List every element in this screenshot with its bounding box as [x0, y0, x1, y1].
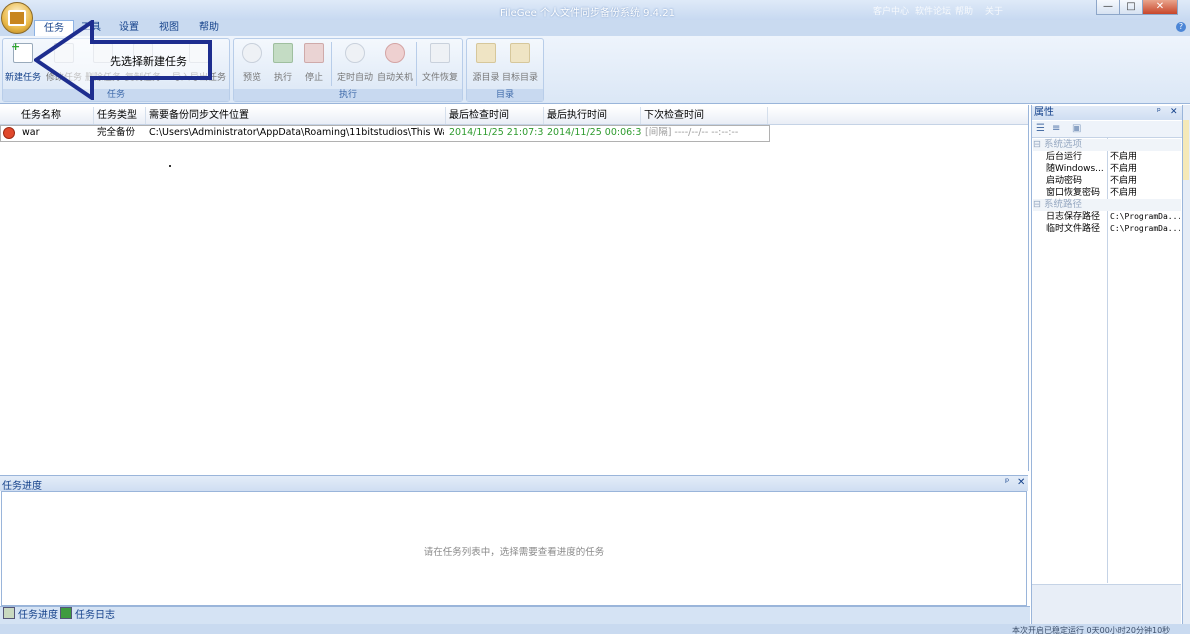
group-label-dir: 目录: [467, 89, 543, 101]
properties-toolbar: ☰ ≡ ▣: [1032, 121, 1182, 138]
task-list-pane: [0, 105, 1029, 471]
progress-panel-title: 任务进度: [2, 481, 42, 492]
property-label: 启动密码: [1046, 176, 1083, 186]
properties-pin-icon[interactable]: ᵖ: [1157, 107, 1161, 117]
title-link-3[interactable]: 帮助: [955, 4, 973, 17]
section-system-paths-label: 系统路径: [1043, 199, 1082, 210]
progress-hint: 请在任务列表中，选择需要查看进度的任务: [423, 547, 605, 558]
properties-close-icon[interactable]: ✕: [1170, 107, 1178, 117]
file-restore-label: 文件恢复: [421, 73, 458, 83]
task-name: war: [22, 127, 40, 138]
property-value[interactable]: C:\ProgramDa...: [1110, 223, 1180, 235]
task-next-check: [间隔] ----/--/-- --:--:--: [645, 127, 739, 138]
restore-icon: [430, 43, 450, 63]
maximize-button[interactable]: □: [1119, 0, 1143, 15]
property-label: 后台运行: [1046, 152, 1083, 162]
minimize-button[interactable]: —: [1096, 0, 1120, 15]
app-menu-button[interactable]: [1, 2, 33, 34]
column-header-type[interactable]: 任务类型: [94, 107, 146, 124]
auto-shutdown-button[interactable]: 自动关机: [375, 41, 415, 83]
progress-close-icon[interactable]: ✕: [1017, 477, 1025, 488]
title-link-1[interactable]: 客户中心: [873, 4, 909, 17]
property-value[interactable]: 不启用: [1110, 187, 1180, 199]
property-label: 窗口恢复密码: [1046, 188, 1101, 198]
alphabetical-view-icon[interactable]: ≡: [1052, 123, 1060, 134]
column-header-path[interactable]: 需要备份同步文件位置: [146, 107, 446, 124]
property-pages-icon[interactable]: ▣: [1072, 123, 1081, 134]
file-restore-button[interactable]: 文件恢复: [420, 41, 460, 83]
section-system-options[interactable]: ⊟ 系统选项: [1033, 139, 1181, 151]
play-icon: [273, 43, 293, 63]
timer-auto-button[interactable]: 定时自动: [335, 41, 375, 83]
preview-icon: [242, 43, 262, 63]
auto-shutdown-label: 自动关机: [376, 73, 413, 83]
title-link-2[interactable]: 软件论坛: [915, 4, 951, 17]
side-dock-tab[interactable]: [1183, 120, 1189, 180]
property-value[interactable]: 不启用: [1110, 175, 1180, 187]
tab-task-log-label: 任务日志: [75, 610, 115, 621]
power-icon: [385, 43, 405, 63]
help-icon[interactable]: ?: [1176, 22, 1186, 32]
bottom-tab-bar: [0, 606, 1030, 624]
property-label: 随Windows...: [1046, 164, 1104, 174]
column-header-next-check[interactable]: 下次检查时间: [641, 107, 768, 124]
column-header-last-exec[interactable]: 最后执行时间: [544, 107, 641, 124]
tab-task-log[interactable]: 任务日志: [60, 607, 115, 623]
collapse-icon: ⊟: [1033, 139, 1044, 150]
tab-task-progress[interactable]: 任务进度: [3, 607, 58, 623]
column-header-name[interactable]: 任务名称: [18, 107, 94, 124]
folder-icon: [476, 43, 496, 63]
progress-tab-icon: [3, 607, 15, 619]
section-system-paths[interactable]: ⊟ 系统路径: [1033, 199, 1181, 211]
ribbon-separator: [331, 42, 332, 86]
stop-icon: [304, 43, 324, 63]
collapse-icon: ⊟: [1033, 199, 1044, 210]
stray-dot: [169, 165, 171, 167]
stop-button[interactable]: 停止: [294, 41, 334, 83]
timer-auto-label: 定时自动: [336, 73, 373, 83]
target-dir-button[interactable]: 目标目录: [500, 41, 540, 83]
task-type: 完全备份: [97, 127, 136, 138]
clock-icon: [345, 43, 365, 63]
property-value[interactable]: 不启用: [1110, 151, 1180, 163]
task-status-icon: [3, 127, 15, 139]
side-dock-strip: [1182, 105, 1190, 634]
section-system-options-label: 系统选项: [1043, 139, 1082, 150]
progress-panel-header: [0, 475, 1028, 491]
task-path: C:\Users\Administrator\AppData\Roaming\1…: [149, 127, 444, 138]
progress-pin-icon[interactable]: ᵖ: [1005, 477, 1009, 488]
new-document-icon: +: [11, 40, 33, 63]
categorized-view-icon[interactable]: ☰: [1036, 123, 1045, 134]
property-description-area: [1032, 584, 1181, 625]
folder-target-icon: [510, 43, 530, 63]
tab-task-progress-label: 任务进度: [18, 610, 58, 621]
window-title: FileGee 个人文件同步备份系统 9.4.21: [500, 8, 675, 19]
column-header-last-check[interactable]: 最后检查时间: [446, 107, 544, 124]
task-last-exec: 2014/11/25 00:06:37: [547, 127, 641, 138]
callout-text: 先选择新建任务: [110, 55, 187, 68]
app-logo-icon: [8, 10, 26, 26]
close-button[interactable]: ✕: [1142, 0, 1178, 15]
target-dir-label: 目标目录: [501, 73, 538, 83]
property-value[interactable]: 不启用: [1110, 163, 1180, 175]
stop-label: 停止: [304, 73, 323, 83]
property-value[interactable]: C:\ProgramDa...: [1110, 211, 1180, 223]
property-label: 日志保存路径: [1046, 212, 1101, 222]
title-link-4[interactable]: 关于: [985, 4, 1003, 17]
ribbon-separator: [416, 42, 417, 86]
task-last-check: 2014/11/25 21:07:37: [449, 127, 544, 138]
uptime-status: 本次开启已稳定运行 0天00小时20分钟10秒: [1012, 626, 1171, 635]
property-label: 临时文件路径: [1046, 224, 1101, 234]
log-tab-icon: [60, 607, 72, 619]
group-label-exec: 执行: [234, 89, 462, 101]
